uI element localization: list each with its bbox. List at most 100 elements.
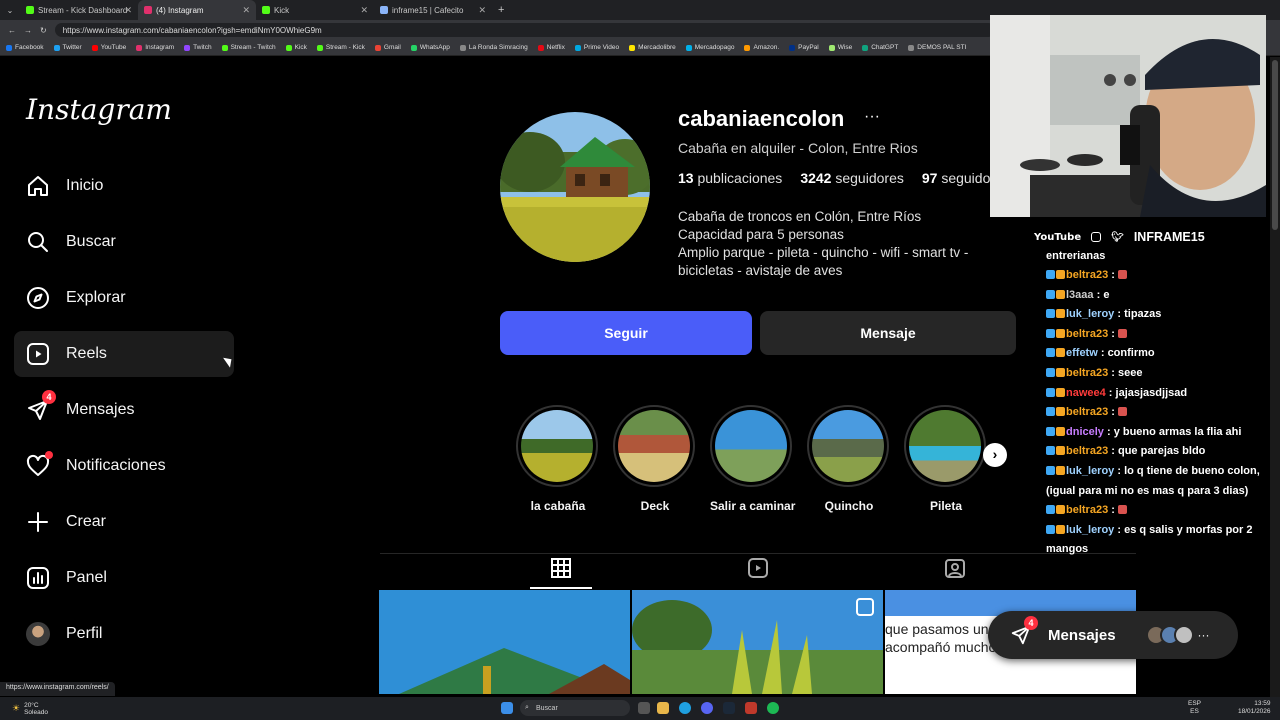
bookmark-item[interactable]: Netflix bbox=[537, 44, 565, 51]
bookmark-item[interactable]: Stream - Twitch bbox=[221, 44, 276, 51]
bookmark-item[interactable]: Twitch bbox=[184, 44, 212, 51]
scrollbar-thumb[interactable] bbox=[1272, 60, 1278, 230]
spotify-icon[interactable] bbox=[767, 702, 779, 714]
discord-icon[interactable] bbox=[701, 702, 713, 714]
close-tab-icon[interactable]: ✕ bbox=[360, 5, 368, 16]
bookmark-item[interactable]: WhatsApp bbox=[410, 44, 450, 51]
chat-badge-icon bbox=[1046, 426, 1055, 436]
chat-username: nawee4 bbox=[1066, 386, 1106, 399]
tagged-tab-icon[interactable] bbox=[943, 556, 967, 580]
nav-mensajes[interactable]: 4 Mensajes bbox=[14, 387, 234, 433]
chat-username: luk_leroy bbox=[1066, 523, 1115, 536]
highlight-deck[interactable]: Deck bbox=[613, 405, 697, 513]
taskbar-search[interactable]: ⌕ Buscar bbox=[520, 700, 630, 716]
bookmark-item[interactable]: PayPal bbox=[789, 44, 819, 51]
grid-tab-icon[interactable] bbox=[549, 556, 573, 580]
chat-line: l3aaa : e bbox=[1046, 286, 1266, 306]
bookmark-favicon-icon bbox=[316, 44, 323, 51]
profile-picture[interactable] bbox=[500, 112, 650, 262]
weather-widget[interactable]: ☀ 20°C Soleado bbox=[12, 702, 48, 716]
chat-badge-icon bbox=[1056, 367, 1065, 377]
back-icon[interactable]: ← bbox=[8, 26, 16, 35]
bookmark-item[interactable]: ChatGPT bbox=[862, 44, 898, 51]
post-thumbnail[interactable] bbox=[632, 590, 883, 694]
nav-perfil[interactable]: Perfil bbox=[14, 611, 234, 657]
bookmark-item[interactable]: Mercadolibre bbox=[629, 44, 676, 51]
task-view-icon[interactable] bbox=[638, 702, 650, 714]
nav-explorar[interactable]: Explorar bbox=[14, 275, 234, 321]
bookmark-item[interactable]: Facebook bbox=[6, 44, 44, 51]
chat-message: confirmo bbox=[1107, 347, 1155, 360]
highlight-quincho[interactable]: Quincho bbox=[807, 405, 891, 513]
steam-icon[interactable] bbox=[723, 702, 735, 714]
bookmark-item[interactable]: Instagram bbox=[136, 44, 174, 51]
chat-username: effetw bbox=[1066, 347, 1098, 360]
bookmark-item[interactable]: Twitter bbox=[53, 44, 82, 51]
following-stat[interactable]: 97 seguidos bbox=[922, 170, 998, 186]
chat-username: beltra23 bbox=[1066, 366, 1109, 379]
tab-list-icon[interactable]: ⌄ bbox=[0, 6, 20, 15]
bookmark-item[interactable]: Prime Video bbox=[574, 44, 619, 51]
bookmark-item[interactable]: Stream - Kick bbox=[316, 44, 365, 51]
posts-stat[interactable]: 13 publicaciones bbox=[678, 170, 782, 186]
chat-badge-icon bbox=[1046, 387, 1055, 397]
bio-line: Amplio parque - pileta - quincho - wifi … bbox=[678, 245, 969, 260]
chat-line: entrerianas bbox=[1046, 250, 1106, 262]
chat-message: tipazas bbox=[1124, 308, 1162, 321]
edge-icon[interactable] bbox=[679, 702, 691, 714]
reels-tab-icon[interactable] bbox=[746, 556, 770, 580]
highlight-pileta[interactable]: Pileta bbox=[904, 405, 988, 513]
browser-tab[interactable]: inframe15 | Cafecito ✕ bbox=[374, 0, 492, 20]
bookmark-item[interactable]: YouTube bbox=[91, 44, 126, 51]
forward-icon[interactable]: → bbox=[24, 26, 32, 35]
nav-buscar[interactable]: Buscar bbox=[14, 219, 234, 265]
chat-line: effetw : confirmo bbox=[1046, 344, 1266, 364]
chat-badge-icon bbox=[1046, 309, 1055, 319]
bookmark-item[interactable]: La Ronda Simracing bbox=[459, 44, 528, 51]
avatar bbox=[1173, 625, 1194, 645]
highlight-la-cabana[interactable]: la cabaña bbox=[516, 405, 600, 513]
nav-inicio[interactable]: Inicio bbox=[14, 163, 234, 209]
chat-username: luk_leroy bbox=[1066, 464, 1115, 477]
bookmark-item[interactable]: Mercadopago bbox=[685, 44, 734, 51]
system-tray: ESP ES bbox=[1188, 700, 1202, 715]
close-tab-icon[interactable]: ✕ bbox=[124, 5, 132, 16]
post-thumbnail[interactable] bbox=[379, 590, 630, 694]
instagram-logo[interactable]: Instagram bbox=[26, 93, 172, 126]
notification-badge: 4 bbox=[42, 390, 56, 404]
bookmark-item[interactable]: Wise bbox=[828, 44, 852, 51]
chat-separator: : bbox=[1114, 523, 1125, 536]
highlight-salir-a-caminar[interactable]: Salir a caminar bbox=[710, 405, 795, 513]
bookmark-item[interactable]: DEMOS PAL STI bbox=[908, 44, 966, 51]
browser-tab[interactable]: Stream - Kick Dashboard ✕ bbox=[20, 0, 138, 20]
message-button[interactable]: Mensaje bbox=[760, 311, 1016, 355]
close-tab-icon[interactable]: ✕ bbox=[478, 5, 486, 16]
bookmark-item[interactable]: Gmail bbox=[374, 44, 401, 51]
nav-notificaciones[interactable]: Notificaciones bbox=[14, 443, 234, 489]
highlight-label: Quincho bbox=[824, 499, 874, 513]
browser-tab[interactable]: Kick ✕ bbox=[256, 0, 374, 20]
chat-line: beltra23 : bbox=[1046, 325, 1266, 345]
app-icon[interactable] bbox=[745, 702, 757, 714]
followers-stat[interactable]: 3242 seguidores bbox=[800, 170, 904, 186]
follow-button[interactable]: Seguir bbox=[500, 311, 752, 355]
file-explorer-icon[interactable] bbox=[657, 702, 669, 714]
url-field[interactable]: https://www.instagram.com/cabaniaencolon… bbox=[54, 23, 995, 37]
chat-badge-icon bbox=[1046, 289, 1055, 299]
nav-crear[interactable]: Crear bbox=[14, 499, 234, 545]
bookmark-item[interactable]: Amazon. bbox=[744, 44, 779, 51]
windows-start-icon[interactable] bbox=[501, 702, 513, 714]
messages-dock[interactable]: 4 Mensajes ··· bbox=[988, 611, 1238, 659]
reload-icon[interactable]: ↻ bbox=[40, 26, 47, 35]
nav-reels[interactable]: Reels bbox=[14, 331, 234, 377]
chat-separator: : bbox=[1108, 269, 1118, 281]
close-tab-icon[interactable]: ✕ bbox=[242, 5, 250, 16]
highlights-next-icon[interactable]: › bbox=[983, 443, 1007, 467]
new-tab-icon[interactable]: + bbox=[498, 4, 504, 16]
more-options-icon[interactable]: ··· bbox=[864, 108, 880, 126]
nav-panel[interactable]: Panel bbox=[14, 555, 234, 601]
link-status-url: https://www.instagram.com/reels/ bbox=[0, 682, 115, 696]
clock[interactable]: 13:59 18/01/2026 bbox=[1238, 700, 1271, 716]
bookmark-item[interactable]: Kick bbox=[285, 44, 307, 51]
browser-tab-active[interactable]: (4) Instagram ✕ bbox=[138, 0, 256, 20]
